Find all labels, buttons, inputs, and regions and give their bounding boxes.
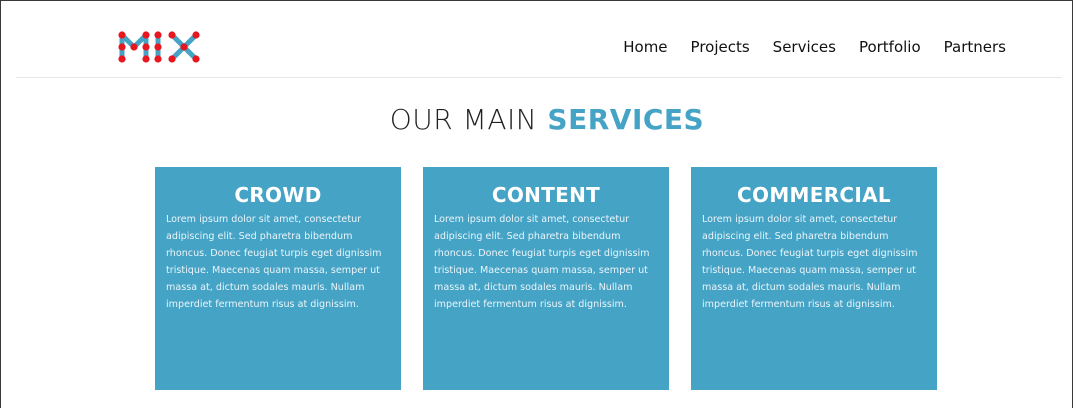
service-card-crowd: CROWD Lorem ipsum dolor sit amet, consec…: [155, 167, 401, 390]
mix-logo-icon: [118, 31, 200, 63]
service-card-body: Lorem ipsum dolor sit amet, consectetur …: [702, 214, 918, 310]
service-card-title: COMMERCIAL: [737, 183, 891, 207]
nav-projects[interactable]: Projects: [691, 38, 750, 56]
site-header: Home Projects Services Portfolio Partner…: [0, 0, 1073, 78]
service-card-title: CONTENT: [491, 183, 601, 207]
main-nav: Home Projects Services Portfolio Partner…: [623, 38, 1006, 56]
services-heading-light: OUR MAIN: [389, 103, 538, 136]
nav-services[interactable]: Services: [773, 38, 836, 56]
mix-logo[interactable]: [114, 27, 204, 67]
service-card-content: CONTENT Lorem ipsum dolor sit amet, cons…: [423, 167, 669, 390]
service-card-title: CROWD: [234, 183, 322, 207]
nav-home[interactable]: Home: [623, 38, 667, 56]
service-card-body: Lorem ipsum dolor sit amet, consectetur …: [166, 214, 382, 310]
service-cards: CROWD Lorem ipsum dolor sit amet, consec…: [155, 167, 937, 390]
service-card-body: Lorem ipsum dolor sit amet, consectetur …: [434, 214, 650, 310]
nav-portfolio[interactable]: Portfolio: [859, 38, 921, 56]
services-heading-accent: SERVICES: [547, 103, 705, 136]
header-divider: [16, 77, 1062, 78]
nav-partners[interactable]: Partners: [944, 38, 1006, 56]
service-card-commercial: COMMERCIAL Lorem ipsum dolor sit amet, c…: [691, 167, 937, 390]
services-heading: OUR MAIN SERVICES: [0, 103, 1073, 136]
